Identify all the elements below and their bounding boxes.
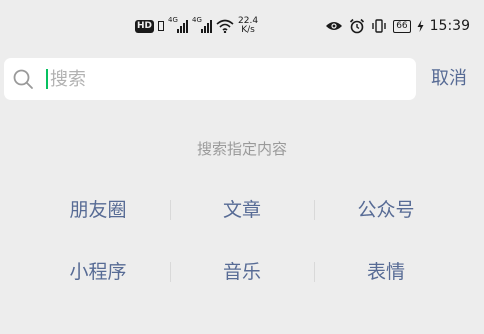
cancel-button[interactable]: 取消: [431, 67, 467, 91]
category-moments[interactable]: 朋友圈: [26, 190, 170, 230]
category-mini-programs[interactable]: 小程序: [26, 252, 170, 292]
sim-icon: [158, 21, 165, 31]
text-caret: [46, 69, 48, 89]
battery-icon: 66: [393, 19, 411, 33]
category-music[interactable]: 音乐: [170, 252, 314, 292]
category-row: 小程序 音乐 表情: [26, 252, 458, 292]
status-bar: HD 4G 4G 22.4 K/s 66 15:39: [0, 0, 484, 52]
status-bar-left: HD 4G 4G 22.4 K/s: [135, 14, 258, 38]
signal-icon: 4G: [192, 16, 213, 34]
hd-icon: HD: [135, 19, 155, 33]
search-hint: 搜索指定内容: [196, 140, 287, 158]
divider: [314, 200, 315, 220]
net-speed: 22.4 K/s: [238, 17, 258, 35]
category-stickers[interactable]: 表情: [314, 252, 458, 292]
search-input[interactable]: [50, 64, 400, 94]
clock: 15:39: [429, 18, 470, 34]
wifi-icon: [216, 19, 234, 33]
signal-icon: 4G: [168, 16, 189, 34]
divider: [170, 262, 171, 282]
category-row: 朋友圈 文章 公众号: [26, 190, 458, 230]
divider: [314, 262, 315, 282]
search-box[interactable]: [4, 58, 416, 100]
net-speed-unit: K/s: [241, 25, 255, 35]
category-grid: 朋友圈 文章 公众号 小程序 音乐 表情: [26, 190, 458, 314]
category-articles[interactable]: 文章: [170, 190, 314, 230]
status-bar-right: 66 15:39: [325, 14, 470, 38]
category-official-accounts[interactable]: 公众号: [314, 190, 458, 230]
divider: [170, 200, 171, 220]
charging-icon: [417, 20, 424, 32]
search-icon: [13, 69, 33, 89]
search-bar: 取消: [0, 58, 484, 100]
eye-icon: [326, 22, 343, 30]
alarm-icon: [350, 18, 365, 34]
vibrate-icon: [372, 19, 386, 33]
